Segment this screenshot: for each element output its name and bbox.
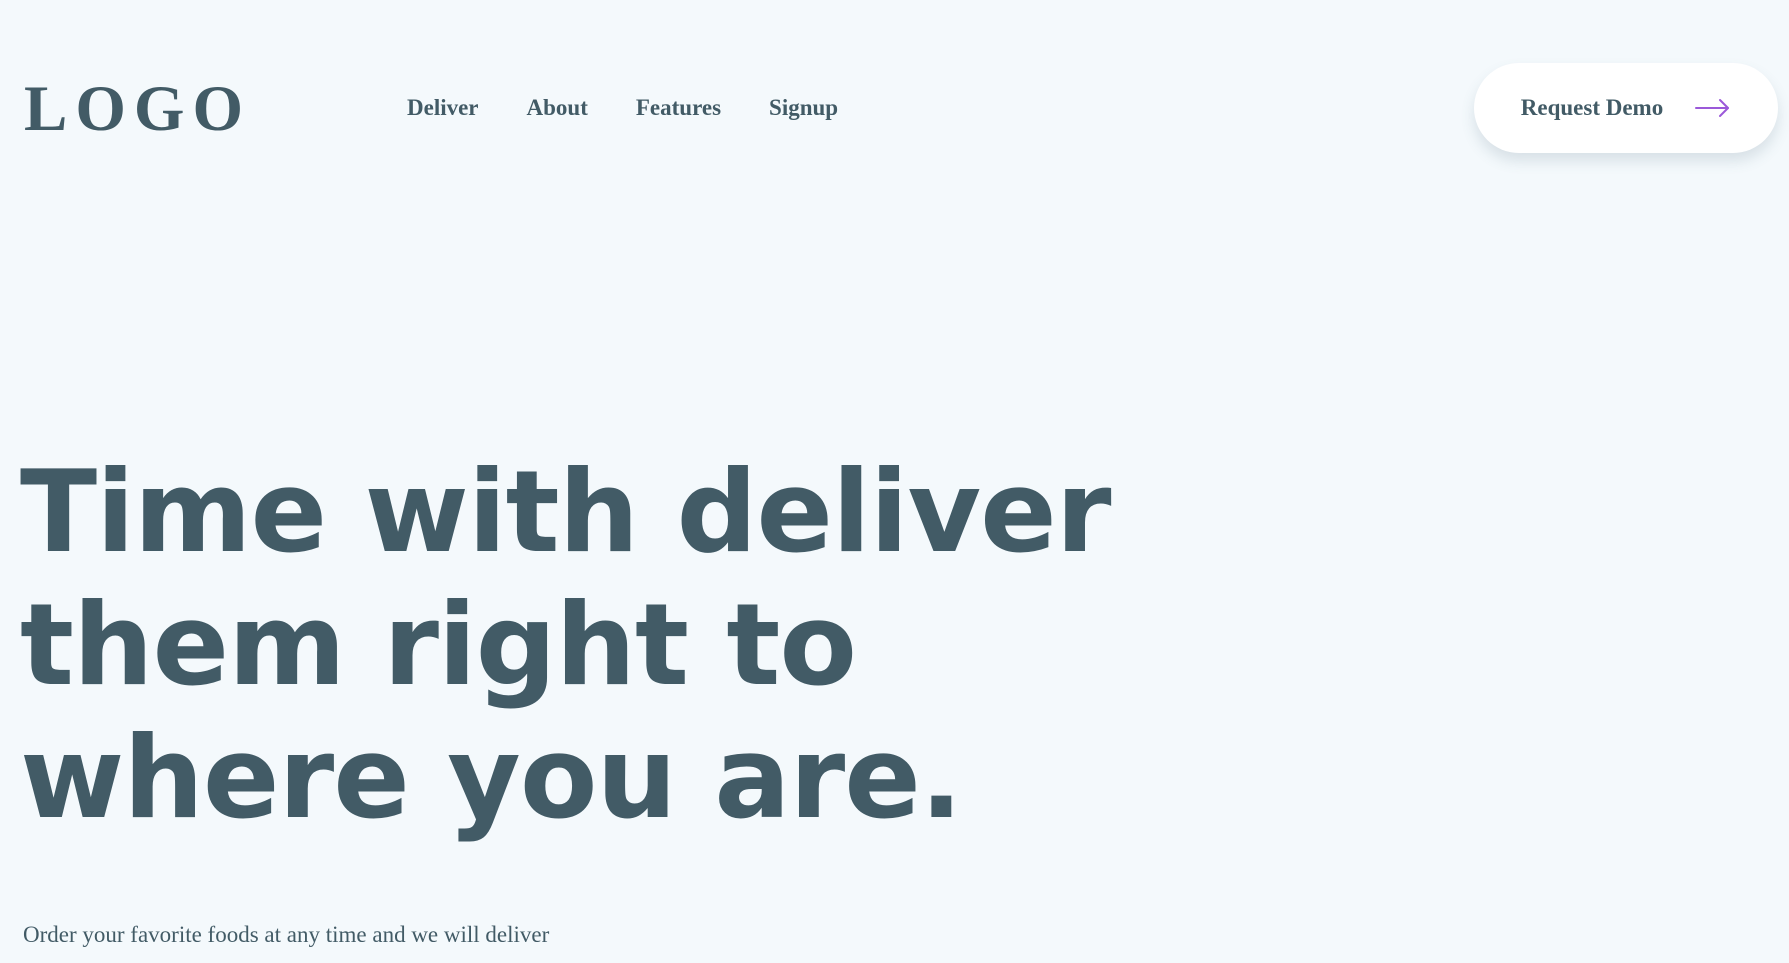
- hero-subtitle: Order your favorite foods at any time an…: [23, 922, 550, 947]
- hero-title-line-2: them right to: [20, 579, 857, 711]
- nav-link-deliver[interactable]: Deliver: [407, 90, 479, 126]
- arrow-right-icon: [1695, 99, 1730, 117]
- nav-link-about[interactable]: About: [527, 90, 588, 126]
- request-demo-label: Request Demo: [1520, 95, 1664, 120]
- nav-link-signup[interactable]: Signup: [769, 90, 838, 126]
- nav-link-features[interactable]: Features: [636, 90, 721, 126]
- site-header: LOGO Deliver About Features Signup Reque…: [0, 0, 1789, 216]
- request-demo-button[interactable]: Request Demo: [1474, 63, 1778, 153]
- main-nav: Deliver About Features Signup: [407, 90, 838, 126]
- hero-title-line-1: Time with deliver: [20, 446, 1112, 578]
- hero-title-line-3: where you are.: [20, 712, 963, 844]
- logo[interactable]: LOGO: [24, 72, 251, 146]
- hero-title: Time with deliver them right to where yo…: [20, 446, 1120, 845]
